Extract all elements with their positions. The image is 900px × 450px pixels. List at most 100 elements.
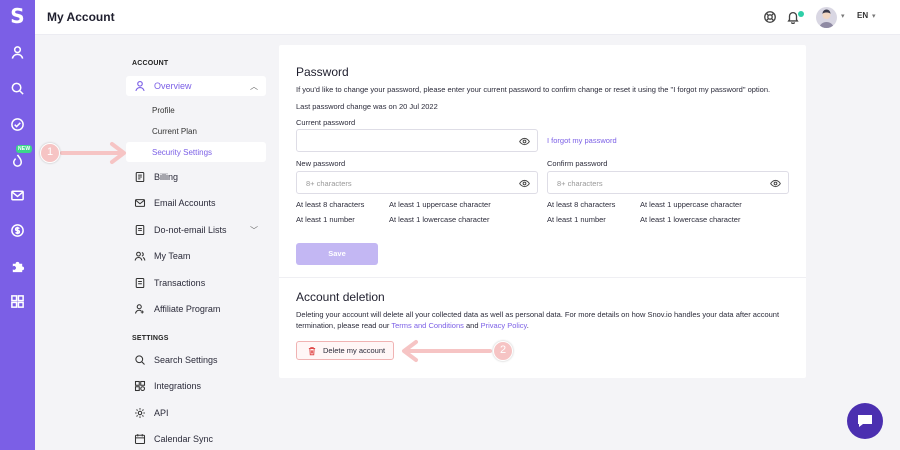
menu-item-label: Integrations — [154, 381, 202, 391]
password-description: If you'd like to change your password, p… — [296, 85, 771, 94]
page-title: My Account — [47, 10, 115, 24]
annotation-badge-2: 2 — [493, 341, 513, 361]
app-logo[interactable]: S — [0, 4, 35, 30]
save-button[interactable]: Save — [296, 243, 378, 265]
affiliate-icon — [133, 302, 147, 316]
menu-sub-current-plan[interactable]: Current Plan — [126, 121, 266, 141]
new-password-placeholder: 8+ characters — [306, 179, 352, 188]
delete-account-label: Delete my account — [323, 346, 386, 355]
menu-item-label: Affiliate Program — [154, 304, 221, 314]
rule-text: At least 1 lowercase character — [640, 215, 741, 224]
deletion-description-2: termination, please read our Terms and C… — [296, 321, 529, 330]
menu-item-transactions[interactable]: Transactions — [126, 273, 266, 293]
rule-text: At least 8 characters — [547, 200, 616, 209]
dollar-icon[interactable] — [8, 221, 27, 240]
confirm-password-placeholder: 8+ characters — [557, 179, 603, 188]
eye-icon[interactable] — [519, 136, 530, 147]
left-rail: S NEW — [0, 0, 35, 450]
user-icon[interactable] — [8, 43, 27, 62]
terms-link[interactable]: Terms and Conditions — [391, 321, 464, 330]
team-icon — [133, 249, 147, 263]
menu-item-label: My Team — [154, 251, 191, 261]
annotation-arrow-1 — [60, 142, 126, 164]
eye-icon[interactable] — [770, 178, 781, 189]
transactions-icon — [133, 276, 147, 290]
grid-icon[interactable] — [8, 292, 27, 311]
menu-sub-security-settings[interactable]: Security Settings — [126, 142, 266, 162]
menu-item-label: Search Settings — [154, 355, 218, 365]
deletion-text: termination, please read our — [296, 321, 392, 330]
menu-item-do-not-email-lists[interactable]: Do-not-email Lists ﹀ — [126, 220, 266, 240]
list-icon — [133, 223, 147, 237]
rule-text: At least 1 uppercase character — [640, 200, 742, 209]
chat-icon — [858, 415, 872, 427]
chevron-up-icon[interactable]: ︿ — [250, 81, 258, 92]
menu-item-search-settings[interactable]: Search Settings — [126, 350, 266, 370]
menu-item-email-accounts[interactable]: Email Accounts — [126, 193, 266, 213]
annotation-badge-1: 1 — [40, 143, 60, 163]
menu-section-settings: SETTINGS — [132, 335, 169, 342]
menu-item-label: Billing — [154, 172, 179, 182]
mail-icon[interactable] — [8, 186, 27, 205]
deletion-text: . — [526, 321, 529, 330]
help-icon[interactable] — [763, 10, 777, 24]
confirm-password-field[interactable]: 8+ characters — [547, 171, 789, 194]
deletion-description: Deleting your account will delete all yo… — [296, 310, 796, 319]
menu-item-api[interactable]: API — [126, 403, 266, 423]
menu-sub-profile[interactable]: Profile — [126, 100, 266, 120]
privacy-link[interactable]: Privacy Policy — [481, 321, 527, 330]
search-icon[interactable] — [8, 79, 27, 98]
menu-item-overview[interactable]: Overview ︿ — [126, 76, 266, 96]
notification-dot — [798, 11, 804, 17]
menu-item-calendar-sync[interactable]: Calendar Sync — [126, 429, 266, 449]
deletion-text: and — [463, 321, 481, 330]
menu-item-affiliate-program[interactable]: Affiliate Program — [126, 299, 266, 319]
password-title: Password — [296, 65, 349, 79]
calendar-icon — [133, 432, 147, 446]
rule-text: At least 8 characters — [296, 200, 365, 209]
avatar[interactable] — [816, 7, 837, 28]
menu-item-billing[interactable]: Billing — [126, 167, 266, 187]
chevron-down-icon[interactable]: ▾ — [872, 12, 876, 20]
menu-item-label: Transactions — [154, 278, 206, 288]
language-selector[interactable]: EN — [857, 11, 868, 20]
menu-item-label: Calendar Sync — [154, 434, 214, 444]
receipt-icon — [133, 170, 147, 184]
confirm-password-label: Confirm password — [547, 159, 608, 168]
forgot-password-link[interactable]: I forgot my password — [547, 136, 617, 145]
mail-icon — [133, 196, 147, 210]
eye-icon[interactable] — [519, 178, 530, 189]
new-password-field[interactable]: 8+ characters — [296, 171, 538, 194]
chevron-down-icon[interactable]: ﹀ — [250, 225, 258, 236]
current-password-label: Current password — [296, 118, 356, 127]
last-change-text: Last password change was on 20 Jul 2022 — [296, 102, 438, 111]
chat-button[interactable] — [847, 403, 883, 439]
current-password-field[interactable] — [296, 129, 538, 152]
chevron-down-icon[interactable]: ▾ — [841, 12, 845, 20]
annotation-arrow-2 — [402, 340, 492, 362]
account-deletion-title: Account deletion — [296, 290, 385, 304]
trash-icon — [308, 346, 316, 355]
menu-item-label: Do-not-email Lists — [154, 225, 227, 235]
rule-text: At least 1 number — [296, 215, 355, 224]
delete-account-button[interactable]: Delete my account — [296, 341, 394, 360]
section-divider — [279, 277, 806, 278]
menu-item-integrations[interactable]: Integrations — [126, 376, 266, 396]
user-icon — [133, 79, 147, 93]
puzzle-icon[interactable] — [8, 257, 27, 276]
drip-icon[interactable] — [8, 151, 27, 170]
rule-text: At least 1 uppercase character — [389, 200, 491, 209]
security-card: Password If you'd like to change your pa… — [279, 45, 806, 378]
deletion-text: Deleting your account will delete all yo… — [296, 310, 780, 319]
menu-item-my-team[interactable]: My Team — [126, 246, 266, 266]
menu-section-account: ACCOUNT — [132, 60, 169, 67]
menu-item-label: Email Accounts — [154, 198, 216, 208]
check-circle-icon[interactable] — [8, 115, 27, 134]
rule-text: At least 1 number — [547, 215, 606, 224]
rule-text: At least 1 lowercase character — [389, 215, 490, 224]
gear-icon — [133, 406, 147, 420]
integrations-icon — [133, 379, 147, 393]
new-password-label: New password — [296, 159, 346, 168]
menu-item-label: Overview — [154, 81, 192, 91]
top-bar: My Account ▾ EN ▾ — [35, 0, 900, 35]
